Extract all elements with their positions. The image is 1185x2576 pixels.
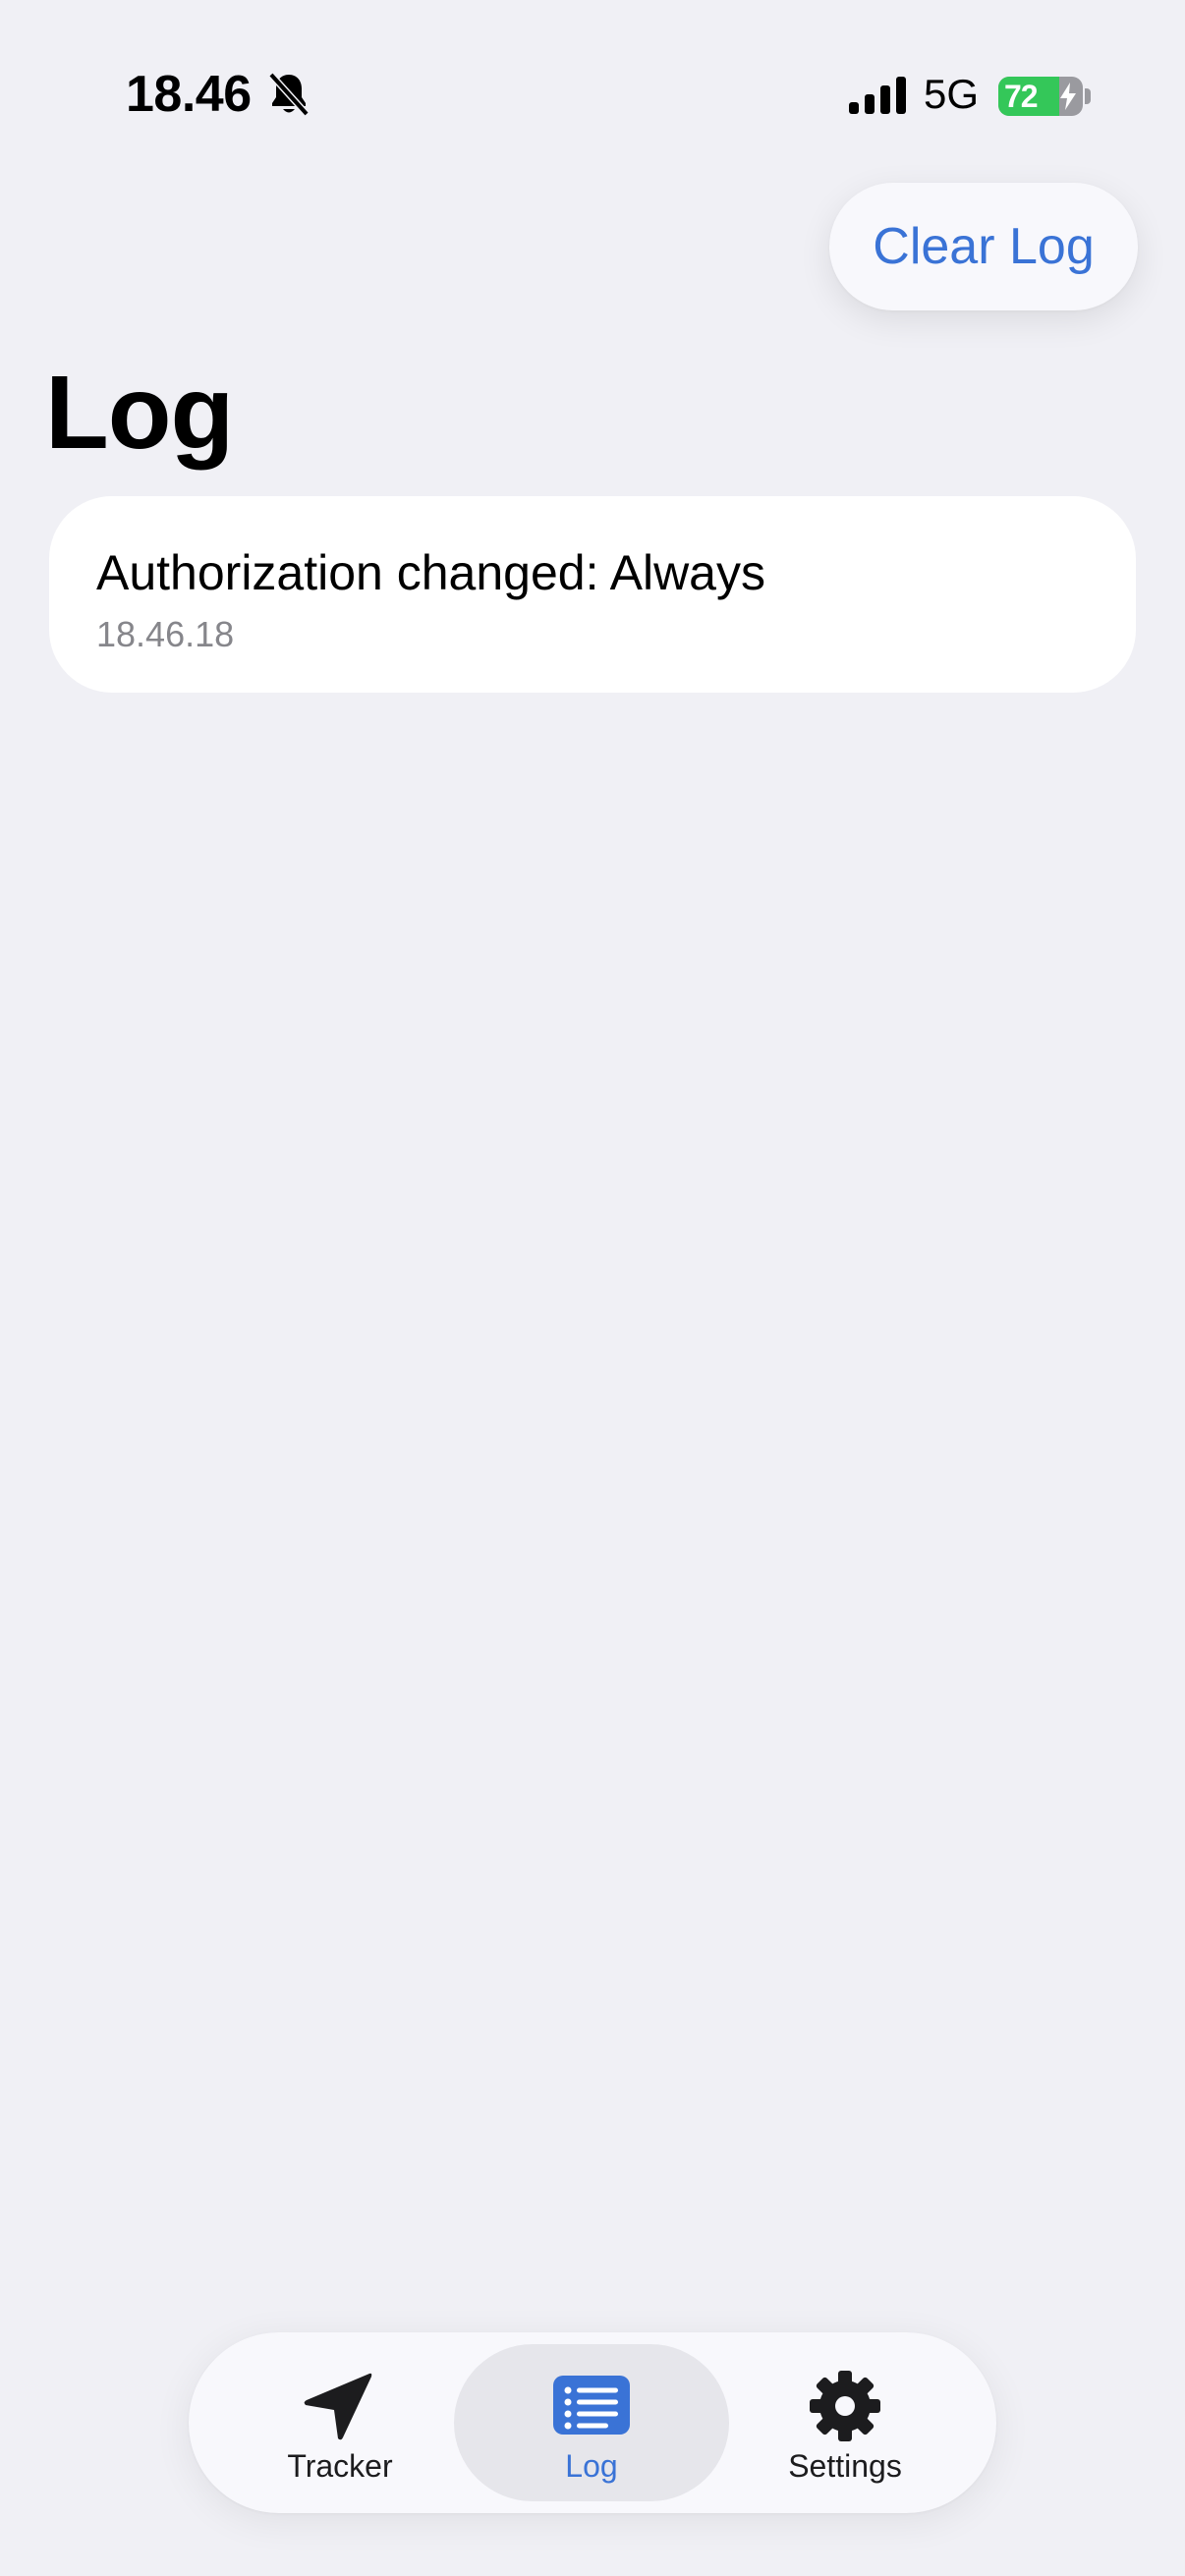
tab-log[interactable]: Log (454, 2344, 729, 2501)
tab-tracker[interactable]: Tracker (202, 2344, 478, 2501)
bolt-icon (1060, 83, 1076, 110)
tab-label-log: Log (565, 2448, 618, 2484)
status-time: 18.46 (126, 66, 252, 123)
list-icon (553, 2376, 630, 2435)
log-timestamp: 18.46.18 (96, 614, 235, 654)
tab-bar: Tracker Log Settings (189, 2332, 996, 2513)
tab-settings[interactable]: Settings (707, 2344, 983, 2501)
log-entry[interactable]: Authorization changed: Always 18.46.18 (49, 496, 1136, 693)
gear-icon (810, 2371, 880, 2441)
battery-cap (1085, 88, 1091, 104)
log-list: Authorization changed: Always 18.46.18 (49, 496, 1136, 693)
clear-log-button[interactable]: Clear Log (829, 183, 1138, 310)
page-title: Log (45, 355, 234, 471)
signal-bars-icon (849, 77, 906, 114)
battery-charging-icon: 72 (998, 77, 1083, 116)
log-screen: 18.46 5G 72 Clear Log Log Authorization … (0, 0, 1185, 2576)
bell-slash-icon (268, 72, 310, 117)
location-arrow-icon (304, 2373, 372, 2440)
tab-label-settings: Settings (788, 2448, 902, 2484)
log-message: Authorization changed: Always (96, 545, 765, 600)
tab-label-tracker: Tracker (287, 2448, 393, 2484)
network-type: 5G (924, 71, 980, 117)
status-bar: 18.46 5G 72 (0, 0, 1185, 196)
